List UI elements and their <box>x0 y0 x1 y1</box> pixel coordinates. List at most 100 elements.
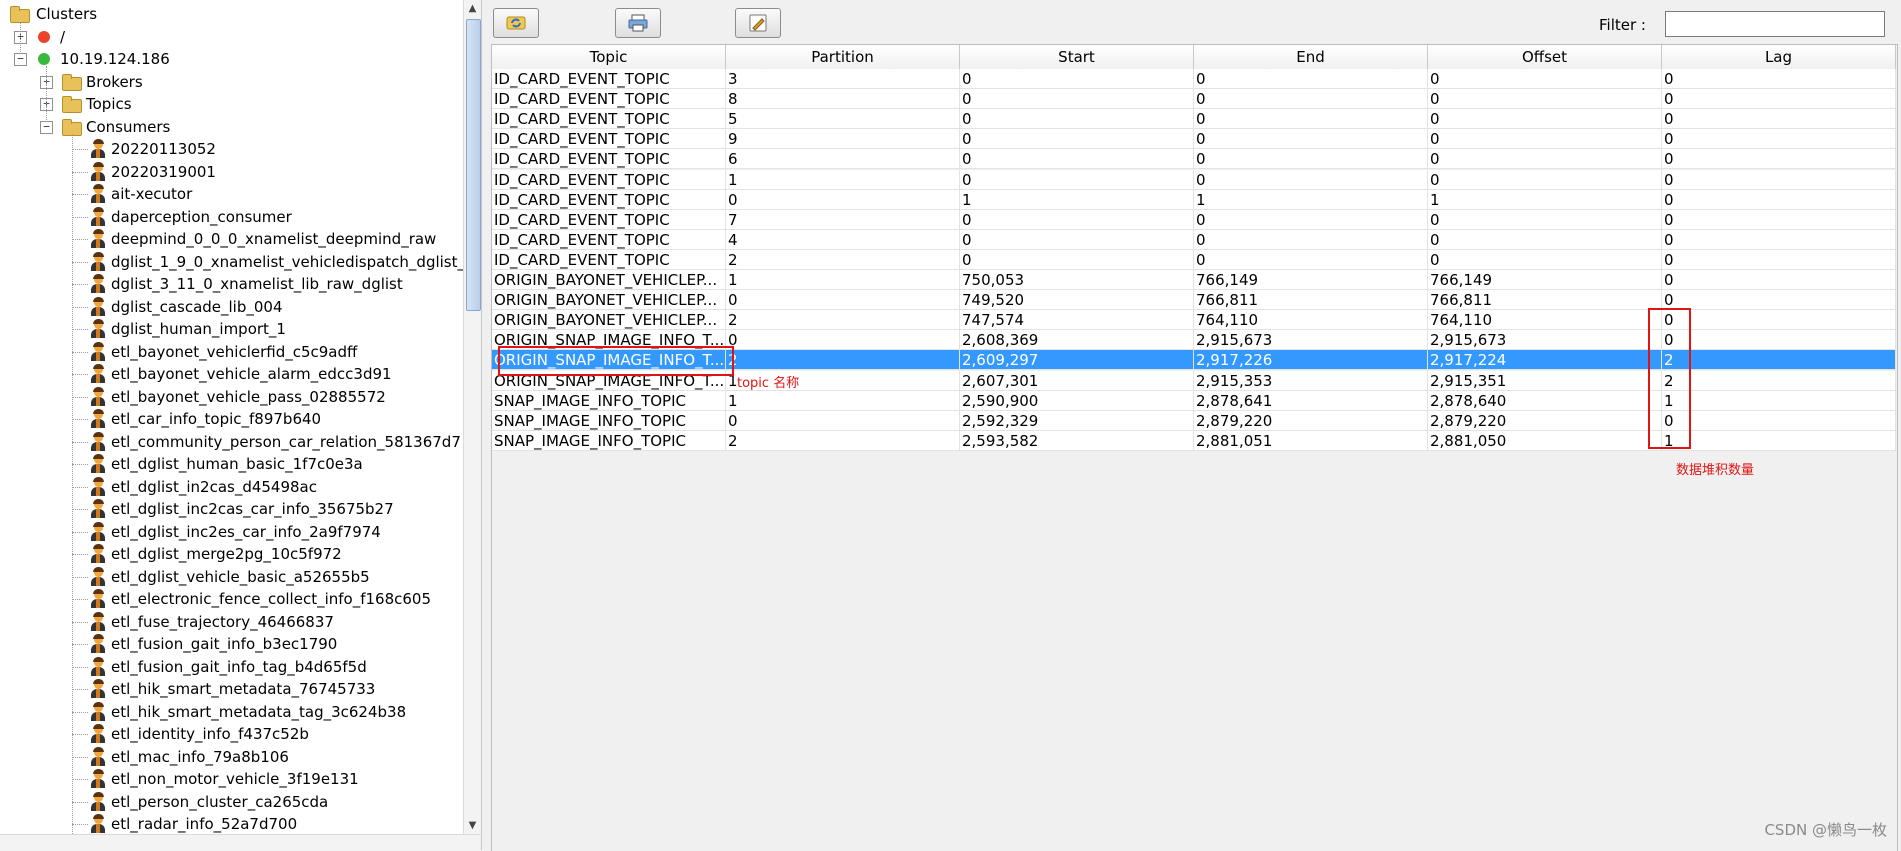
tree-vertical-scrollbar[interactable]: ▲ ▼ <box>463 0 481 834</box>
cell-end: 0 <box>1194 169 1428 190</box>
cell-end: 2,917,226 <box>1194 350 1428 371</box>
table-row[interactable]: ORIGIN_BAYONET_VEHICLEP... 1 750,053 766,14… <box>492 270 1897 290</box>
cell-lag: 0 <box>1662 129 1896 150</box>
consumer-icon <box>91 296 105 316</box>
cell-end: 0 <box>1194 209 1428 230</box>
lag-annotation-label: 数据堆积数量 <box>1676 463 1755 478</box>
cell-topic: ORIGIN_BAYONET_VEHICLEP... <box>492 310 726 331</box>
table-row[interactable]: ID_CARD_EVENT_TOPIC 4 0 0 0 0 <box>492 229 1897 250</box>
table-row[interactable]: ID_CARD_EVENT_TOPIC 3 0 0 0 0 <box>492 69 1897 89</box>
consumer-icon <box>91 386 105 406</box>
tree-consumer-item: etl_fusion_gait_info_tag_b4d65f5d <box>111 657 367 676</box>
cell-offset: 0 <box>1428 169 1662 190</box>
consumer-icon <box>91 611 105 631</box>
column-header-lag[interactable]: Lag <box>1662 45 1896 70</box>
filter-input[interactable] <box>1665 11 1885 37</box>
consumer-icon <box>91 566 105 586</box>
consumer-icon <box>91 251 105 271</box>
consumer-icon <box>91 656 105 676</box>
cell-partition: 0 <box>726 290 960 311</box>
cell-topic: SNAP_IMAGE_INFO_TOPIC <box>492 430 726 451</box>
tree-consumer-item: etl_mac_info_79a8b106 <box>111 747 289 766</box>
column-header-offset[interactable]: Offset <box>1428 45 1662 70</box>
cell-end: 766,811 <box>1194 290 1428 311</box>
cluster-tree-panel[interactable]: Clusters + / −10.19.124.186 + Brokers + Topics −… <box>0 0 464 850</box>
tree-consumer-item: dglist_cascade_lib_004 <box>111 297 283 316</box>
watermark: CSDN @懒鸟一枚 <box>1764 821 1887 839</box>
tree-folder-topics: Topics <box>86 95 132 113</box>
cell-start: 1 <box>960 189 1194 210</box>
table-row[interactable]: ID_CARD_EVENT_TOPIC 8 0 0 0 0 <box>492 89 1897 110</box>
column-header-partition[interactable]: Partition <box>726 45 960 70</box>
consumer-icon <box>91 679 105 698</box>
collapse-toggle[interactable]: − <box>40 120 53 134</box>
cell-start: 2,608,369 <box>960 330 1194 351</box>
column-header-end[interactable]: End <box>1194 45 1428 70</box>
lag-highlight-box <box>1648 308 1691 449</box>
cell-lag: 0 <box>1662 189 1896 210</box>
table-row[interactable]: ID_CARD_EVENT_TOPIC 0 1 1 1 0 <box>492 189 1897 210</box>
cell-end: 2,915,673 <box>1194 330 1428 351</box>
tree-horizontal-scrollbar[interactable] <box>0 834 480 851</box>
cell-partition: 5 <box>726 109 960 130</box>
tree-consumer-item: etl_fuse_trajectory_46466837 <box>111 612 334 631</box>
tree-consumer-item: dglist_human_import_1 <box>111 320 286 338</box>
cell-topic: ID_CARD_EVENT_TOPIC <box>492 189 726 210</box>
scroll-down-arrow-icon[interactable]: ▼ <box>464 817 481 834</box>
consumer-icon <box>91 409 105 428</box>
cell-partition: 2 <box>726 249 960 270</box>
cell-lag: 0 <box>1662 69 1896 89</box>
cell-partition: 1 <box>726 270 960 290</box>
collapse-toggle[interactable]: − <box>14 53 27 66</box>
column-header-topic[interactable]: Topic <box>492 45 726 70</box>
cell-end: 2,879,220 <box>1194 410 1428 431</box>
cell-start: 747,574 <box>960 310 1194 331</box>
table-row[interactable]: ID_CARD_EVENT_TOPIC 1 0 0 0 0 <box>492 169 1897 190</box>
topic-highlight-box <box>498 346 734 376</box>
cell-lag: 0 <box>1662 109 1896 130</box>
cell-end: 0 <box>1194 89 1428 110</box>
table-row[interactable]: ID_CARD_EVENT_TOPIC 7 0 0 0 0 <box>492 209 1897 230</box>
cell-lag: 2 <box>1662 370 1896 391</box>
table-row[interactable]: ID_CARD_EVENT_TOPIC 6 0 0 0 0 <box>492 149 1897 170</box>
cell-partition: 1 <box>726 390 960 411</box>
cell-offset: 2,915,673 <box>1428 330 1662 351</box>
cell-offset: 766,811 <box>1428 290 1662 311</box>
cell-offset: 1 <box>1428 189 1662 210</box>
cell-start: 0 <box>960 149 1194 170</box>
table-row[interactable]: ID_CARD_EVENT_TOPIC 5 0 0 0 0 <box>492 109 1897 130</box>
cell-offset: 0 <box>1428 209 1662 230</box>
tree-consumer-item: 20220113052 <box>111 140 216 158</box>
cell-lag: 0 <box>1662 249 1896 270</box>
tree-consumer-item: daperception_consumer <box>111 207 292 226</box>
scroll-thumb[interactable] <box>466 19 481 311</box>
scroll-up-arrow-icon[interactable]: ▲ <box>464 0 481 17</box>
tree-consumer-item: etl_dglist_inc2cas_car_info_35675b27 <box>111 500 394 518</box>
filter-label: Filter : <box>1599 16 1646 34</box>
edit-button[interactable] <box>735 8 781 38</box>
tree-consumer-item: etl_bayonet_vehicle_pass_02885572 <box>111 387 386 406</box>
print-button[interactable] <box>615 8 661 38</box>
table-row[interactable]: ID_CARD_EVENT_TOPIC 2 0 0 0 0 <box>492 249 1897 270</box>
consumer-icon <box>91 454 105 473</box>
cell-offset: 2,917,224 <box>1428 350 1662 371</box>
cell-lag: 0 <box>1662 310 1896 331</box>
consumer-icon <box>91 521 105 541</box>
refresh-button[interactable] <box>493 8 539 38</box>
cell-partition: 3 <box>726 69 960 89</box>
cell-start: 0 <box>960 169 1194 190</box>
column-header-start[interactable]: Start <box>960 45 1194 70</box>
cell-topic: ID_CARD_EVENT_TOPIC <box>492 89 726 110</box>
cell-lag: 0 <box>1662 149 1896 170</box>
consumer-icon <box>91 634 105 653</box>
tree-consumer-item: etl_hik_smart_metadata_76745733 <box>111 680 376 698</box>
cell-lag: 0 <box>1662 290 1896 311</box>
cell-end: 0 <box>1194 109 1428 130</box>
cell-start: 0 <box>960 229 1194 250</box>
cell-start: 0 <box>960 129 1194 150</box>
tree-cluster-label: / <box>60 27 66 46</box>
table-row[interactable]: ID_CARD_EVENT_TOPIC 9 0 0 0 0 <box>492 129 1897 150</box>
cell-start: 750,053 <box>960 270 1194 290</box>
cell-partition: 2 <box>726 310 960 331</box>
tree-consumer-item: etl_dglist_human_basic_1f7c0e3a <box>111 455 363 473</box>
